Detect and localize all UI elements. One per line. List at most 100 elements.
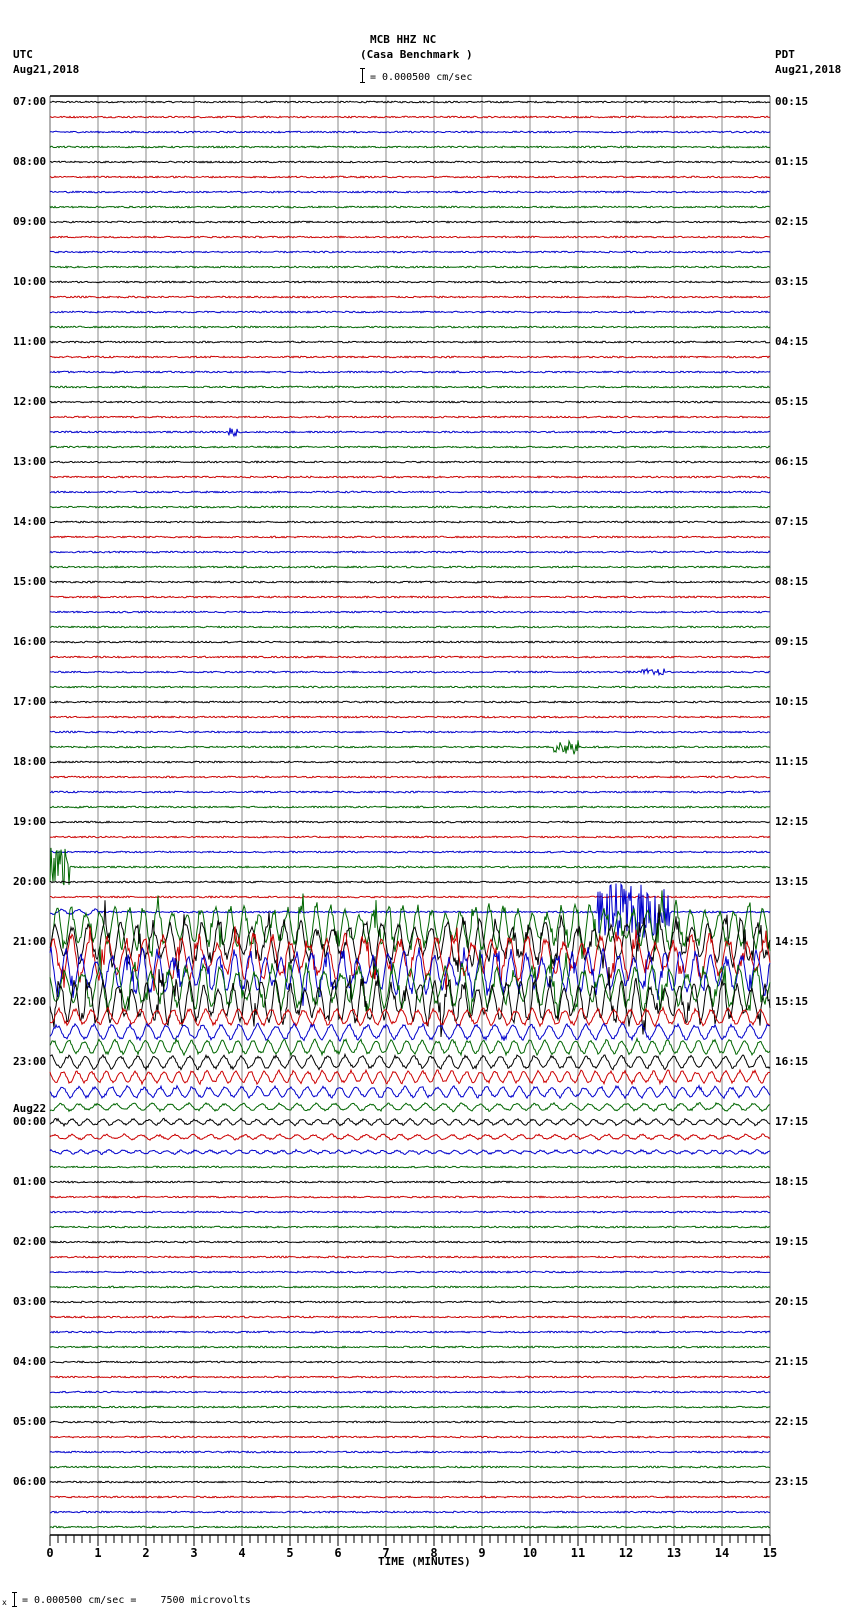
trace-row-77 [49,1255,771,1259]
trace-row-67 [49,1101,771,1113]
trace-row-69 [49,1133,771,1142]
trace-row-66 [49,1084,771,1100]
left-time-label: 02:00 [13,1235,47,1248]
x-tick-label: 1 [94,1546,101,1560]
trace-row-21 [49,415,771,419]
left-time-label: 14:00 [13,515,47,528]
x-tick-label: 11 [571,1546,585,1560]
trace-row-47 [49,805,771,809]
trace-row-23 [49,445,771,449]
trace-row-29 [49,535,770,539]
left-time-label: 00:00 [13,1115,47,1128]
left-time-label: 09:00 [13,215,47,228]
trace-row-33 [49,595,771,599]
x-tick-label: 0 [46,1546,53,1560]
trace-row-74 [49,1210,771,1214]
right-time-label: 21:15 [775,1355,809,1368]
x-tick-label: 12 [619,1546,633,1560]
trace-row-84 [49,1360,771,1364]
left-time-label: 18:00 [13,755,47,768]
x-axis-label: TIME (MINUTES) [378,1555,471,1568]
footer-scale-bar-icon [12,1592,17,1607]
trace-row-85 [50,1375,771,1379]
trace-row-71 [49,1165,771,1169]
right-time-label: 04:15 [775,335,809,348]
trace-row-4 [49,160,771,164]
trace-row-9 [49,235,771,239]
trace-row-1 [49,115,771,119]
left-time-label: 05:00 [13,1415,47,1428]
date-change-label: Aug22 [13,1102,47,1115]
trace-row-16 [49,340,771,344]
footer-scale-text: = 0.000500 cm/sec = 7500 microvolts [22,1595,251,1606]
trace-row-45 [49,775,771,779]
trace-row-5 [49,175,771,179]
trace-row-18 [49,370,771,374]
trace-row-19 [49,385,771,389]
x-tick-label: 4 [238,1546,245,1560]
left-time-label: 19:00 [13,815,47,828]
trace-row-25 [49,475,771,479]
left-time-label: 16:00 [13,635,47,648]
trace-row-92 [49,1480,771,1484]
trace-row-31 [49,565,771,569]
trace-row-73 [49,1195,771,1199]
trace-row-27 [49,505,771,509]
right-time-label: 14:15 [775,935,809,948]
trace-row-83 [49,1345,771,1349]
right-time-label: 05:15 [775,395,809,408]
right-time-label: 03:15 [775,275,809,288]
trace-row-55 [49,890,771,959]
trace-row-80 [49,1300,771,1304]
trace-row-94 [50,1510,771,1514]
trace-row-10 [49,250,771,254]
right-time-label: 22:15 [775,1415,809,1428]
trace-row-89 [49,1435,771,1439]
right-time-label: 09:15 [775,635,809,648]
trace-row-88 [49,1420,771,1424]
trace-row-63 [49,1036,771,1057]
trace-row-41 [49,715,771,719]
trace-row-7 [49,205,771,209]
left-time-label: 06:00 [13,1475,47,1488]
trace-row-52 [49,880,771,884]
trace-row-26 [49,490,771,494]
trace-row-3 [49,145,771,149]
trace-row-64 [49,1052,771,1072]
trace-row-46 [49,790,771,794]
right-time-label: 12:15 [775,815,809,828]
trace-row-22 [49,427,771,438]
x-tick-label: 13 [667,1546,681,1560]
trace-row-76 [49,1240,771,1244]
left-time-label: 12:00 [13,395,47,408]
trace-row-35 [49,625,771,629]
right-time-label: 16:15 [775,1055,809,1068]
trace-row-90 [49,1450,770,1454]
right-time-label: 20:15 [775,1295,809,1308]
right-time-label: 10:15 [775,695,809,708]
x-tick-label: 3 [190,1546,197,1560]
x-tick-label: 14 [715,1546,729,1560]
trace-row-50 [49,850,771,854]
right-time-label: 01:15 [775,155,809,168]
left-time-label: 13:00 [13,455,47,468]
left-time-label: 01:00 [13,1175,47,1188]
right-time-label: 06:15 [775,455,809,468]
trace-row-24 [49,460,771,464]
trace-row-38 [49,667,771,677]
trace-row-34 [49,610,771,614]
trace-row-87 [49,1405,771,1409]
trace-row-72 [49,1180,771,1184]
trace-row-70 [49,1148,771,1156]
right-time-label: 07:15 [775,515,809,528]
trace-row-28 [50,520,771,524]
left-time-label: 11:00 [13,335,47,348]
trace-row-79 [49,1285,771,1289]
right-time-label: 17:15 [775,1115,809,1128]
trace-row-36 [49,640,771,644]
x-tick-label: 5 [286,1546,293,1560]
trace-row-78 [49,1270,771,1274]
trace-row-86 [49,1390,771,1394]
left-time-label: 21:00 [13,935,47,948]
trace-row-2 [49,130,771,134]
